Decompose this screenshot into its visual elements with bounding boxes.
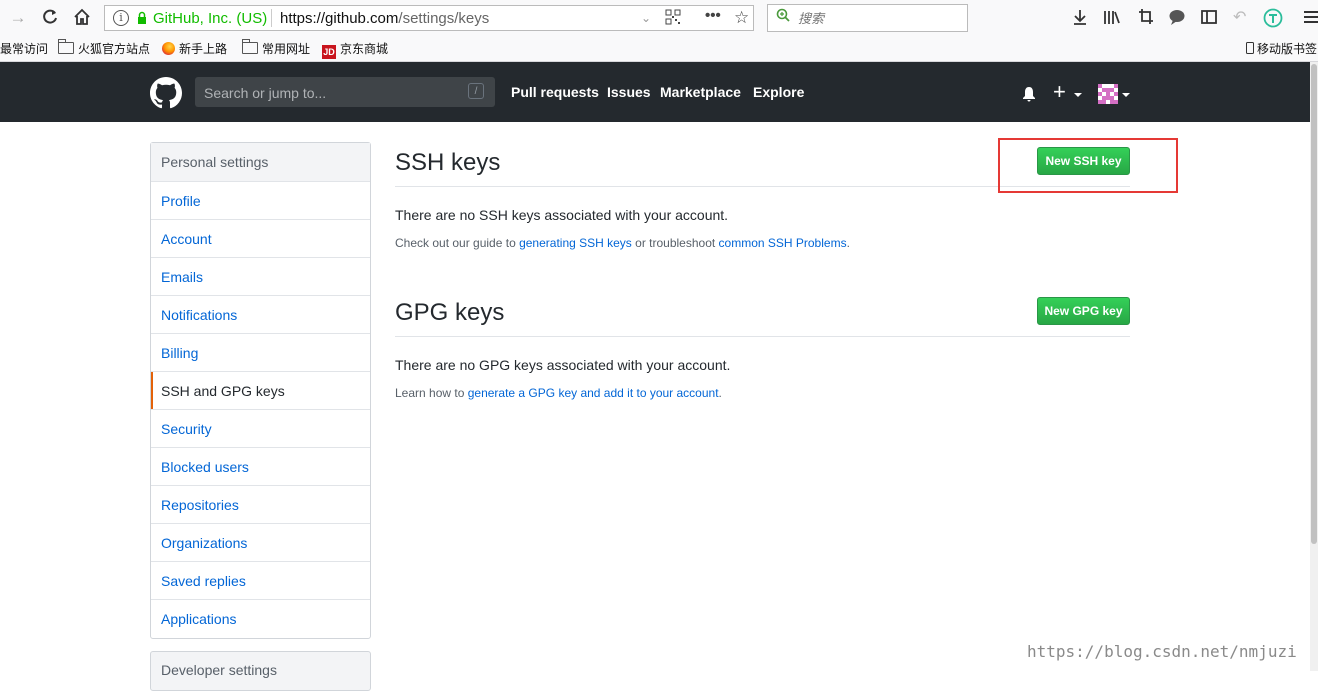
gpg-empty-message: There are no GPG keys associated with yo… [395,357,731,373]
sidebar-item-account[interactable]: Account [151,220,370,258]
watermark: https://blog.csdn.net/nmjuzi [1027,642,1297,661]
more-actions-icon[interactable]: ••• [705,7,721,24]
scrollbar-thumb[interactable] [1311,64,1317,544]
ssh-guide-text: Check out our guide to generating SSH ke… [395,236,850,250]
bookmark-most-visited[interactable]: 最常访问 [0,40,48,57]
site-identity: GitHub, Inc. (US) [153,10,268,27]
ssh-guide-middle: or troubleshoot [631,236,719,250]
chevron-down-icon[interactable]: ⌄ [641,11,651,25]
browser-toolbar: → i GitHub, Inc. (US) https://github.com… [0,0,1318,36]
url-host: https://github.com [280,10,399,27]
ssh-keys-heading: SSH keys [395,149,501,176]
bookmark-label: 常用网址 [262,42,311,56]
github-search-input[interactable] [202,83,456,103]
gpg-divider [395,336,1130,337]
highlight-annotation [998,138,1178,193]
url-text[interactable]: https://github.com/settings/keys [280,10,489,27]
new-gpg-key-button[interactable]: New GPG key [1037,297,1130,325]
nav-explore[interactable]: Explore [753,84,804,100]
chevron-down-icon[interactable] [1122,93,1130,97]
gpg-learn-prefix: Learn how to [395,386,468,400]
browser-search-input[interactable] [796,8,960,28]
firefox-icon [162,42,175,55]
developer-settings-box: Developer settings [150,651,371,691]
bookmark-label: 移动版书签 [1257,42,1318,56]
reload-icon[interactable] [40,8,60,28]
library-icon[interactable] [1103,8,1121,32]
developer-settings-title[interactable]: Developer settings [161,662,277,678]
ssh-empty-message: There are no SSH keys associated with yo… [395,207,729,223]
generate-gpg-key-link[interactable]: generate a GPG key and add it to your ac… [468,386,719,400]
gpg-learn-text: Learn how to generate a GPG key and add … [395,386,722,400]
common-ssh-problems-link[interactable]: common SSH Problems [719,236,847,250]
sidebar-item-notifications[interactable]: Notifications [151,296,370,334]
bookmark-firefox-official[interactable]: 火狐官方站点 [58,39,151,57]
nav-pull-requests[interactable]: Pull requests [511,84,599,100]
ssh-guide-suffix: . [846,236,850,250]
qr-code-icon[interactable] [665,9,681,29]
search-icon [776,8,790,22]
github-logo-icon[interactable] [150,77,182,109]
gpg-learn-suffix: . [718,386,722,400]
chevron-down-icon[interactable] [1074,93,1082,97]
forward-icon[interactable]: → [8,8,28,28]
nav-marketplace[interactable]: Marketplace [660,84,741,100]
browser-search-bar[interactable] [767,4,968,32]
mobile-icon [1246,42,1254,54]
sidebar-item-repositories[interactable]: Repositories [151,486,370,524]
sidebar-item-profile[interactable]: Profile [151,182,370,220]
screenshot-icon[interactable] [1138,8,1154,32]
bell-icon[interactable] [1021,86,1037,102]
sidebar-item-emails[interactable]: Emails [151,258,370,296]
home-icon[interactable] [72,8,92,28]
create-new-icon[interactable]: + [1053,80,1066,104]
translate-icon[interactable] [1263,8,1283,34]
lock-icon [138,11,146,24]
menu-icon[interactable] [1304,8,1318,32]
sidebar-item-organizations[interactable]: Organizations [151,524,370,562]
sidebar-item-saved-replies[interactable]: Saved replies [151,562,370,600]
sidebar-item-applications[interactable]: Applications [151,600,370,638]
sidebar-item-security[interactable]: Security [151,410,370,448]
generating-ssh-keys-link[interactable]: generating SSH keys [519,236,632,250]
bookmarks-bar: 最常访问 火狐官方站点 新手上路 常用网址 JD 京东商城 移动版书签 [0,36,1318,62]
github-search[interactable]: / [195,77,495,107]
bookmark-label: 新手上路 [179,42,228,56]
chat-icon[interactable] [1168,8,1186,32]
info-icon[interactable]: i [113,10,129,26]
url-separator [271,9,272,27]
sidebar-item-billing[interactable]: Billing [151,334,370,372]
sidebar-item-ssh-gpg-keys[interactable]: SSH and GPG keys [151,372,370,410]
undo-icon[interactable]: ↶ [1233,8,1246,28]
gpg-keys-heading: GPG keys [395,299,505,326]
github-header: / Pull requests Issues Marketplace Explo… [0,62,1318,122]
sidebar-title: Personal settings [151,143,370,182]
bookmark-jd[interactable]: JD 京东商城 [322,40,388,59]
url-path: /settings/keys [398,10,490,27]
settings-sidebar: Personal settings Profile Account Emails… [150,142,371,639]
sidebar-item-blocked-users[interactable]: Blocked users [151,448,370,486]
bookmark-mobile[interactable]: 移动版书签 [1246,40,1317,57]
download-icon[interactable] [1072,8,1088,32]
bookmark-label: 京东商城 [340,42,389,56]
folder-icon [58,39,74,54]
sidebar-toggle-icon[interactable] [1200,8,1218,32]
avatar[interactable] [1098,84,1118,104]
bookmark-getting-started[interactable]: 新手上路 [162,40,227,57]
folder-icon [242,39,258,54]
bookmark-label: 火狐官方站点 [78,42,151,56]
bookmark-common-sites[interactable]: 常用网址 [242,39,311,57]
nav-issues[interactable]: Issues [607,84,651,100]
url-bar[interactable]: i GitHub, Inc. (US) https://github.com/s… [104,5,754,31]
slash-shortcut-hint: / [468,83,484,99]
jd-icon: JD [322,45,336,59]
ssh-guide-prefix: Check out our guide to [395,236,520,250]
bookmark-star-icon[interactable]: ☆ [734,8,749,28]
